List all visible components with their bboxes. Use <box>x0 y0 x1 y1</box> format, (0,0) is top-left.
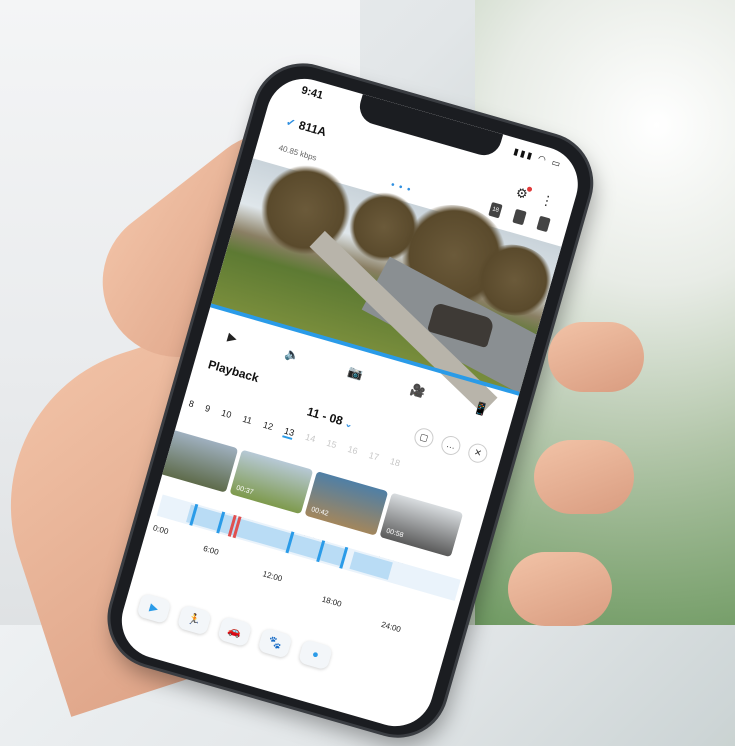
chevron-down-icon: ⌄ <box>343 418 354 430</box>
delete-icon[interactable] <box>512 208 527 226</box>
hand-finger <box>548 322 644 392</box>
camera-icon[interactable]: 📷 <box>346 364 364 382</box>
timeline-segment <box>349 551 393 580</box>
pet-filter-icon[interactable]: 🐾 <box>257 627 293 659</box>
play-icon[interactable]: ▶ <box>226 330 239 346</box>
clip-thumbnail[interactable]: 00:42 <box>304 471 389 536</box>
chevron-down-icon: ✓ <box>284 116 297 131</box>
hand-finger <box>534 440 634 514</box>
status-icons: ▮▮▮ ◠ ▭ <box>512 146 564 170</box>
date-label: 11 - 08 <box>305 404 345 428</box>
tick-label: 6:00 <box>202 543 220 557</box>
date-selector[interactable]: 11 - 08⌄ <box>305 404 354 430</box>
camera-selector[interactable]: ✓811A <box>284 114 328 139</box>
more-filter-icon[interactable]: ● <box>297 639 334 671</box>
tick-label: 0:00 <box>151 523 170 537</box>
clip-filter-icon[interactable]: ▶ <box>136 592 172 625</box>
hand-finger <box>508 552 612 626</box>
header-actions: ⚙ ⋮ <box>514 184 556 211</box>
speaker-icon[interactable]: 🔈 <box>283 346 301 364</box>
camera-name: 811A <box>297 118 329 140</box>
day-item[interactable]: 10 <box>220 408 232 422</box>
clip-thumbnail[interactable]: 00:58 <box>379 492 464 558</box>
calendar-icon[interactable]: 18 <box>488 201 503 219</box>
day-item[interactable]: 8 <box>187 398 196 411</box>
tick-label: 24:00 <box>380 619 402 635</box>
day-item[interactable]: 15 <box>325 438 337 452</box>
day-item[interactable]: 9 <box>203 403 212 416</box>
crop-icon[interactable]: ▢ <box>412 426 436 450</box>
tick-label: 18:00 <box>320 594 343 609</box>
clip-duration: 00:37 <box>235 484 255 497</box>
ellipsis-icon[interactable]: … <box>439 433 463 458</box>
clip-duration: 00:42 <box>310 506 330 518</box>
video-icon[interactable]: 🎥 <box>409 382 427 400</box>
tree-image <box>250 154 362 266</box>
vehicle-filter-icon[interactable]: 🚗 <box>216 615 253 648</box>
download-icon[interactable] <box>536 215 551 233</box>
playback-actions: ▢ … ✕ <box>412 426 490 465</box>
phone-icon[interactable]: 📱 <box>472 400 490 418</box>
tick-label: 12:00 <box>261 569 284 584</box>
clip-thumbnail[interactable]: 00:37 <box>229 449 314 515</box>
clip-duration: 00:58 <box>385 527 405 540</box>
day-item[interactable]: 12 <box>261 420 274 434</box>
more-icon[interactable]: ⋮ <box>539 192 556 211</box>
motion-filter-icon[interactable]: 🏃 <box>176 604 213 636</box>
gear-icon[interactable]: ⚙ <box>514 184 529 203</box>
close-icon[interactable]: ✕ <box>466 441 490 465</box>
day-item[interactable]: 11 <box>241 414 253 428</box>
status-time: 9:41 <box>299 84 325 102</box>
bitrate-label: 40.85 kbps <box>277 143 318 163</box>
day-item[interactable]: 14 <box>304 432 316 446</box>
day-item[interactable]: 16 <box>346 444 359 458</box>
day-item-selected[interactable]: 13 <box>282 425 296 441</box>
day-item[interactable]: 18 <box>388 456 401 470</box>
day-item[interactable]: 17 <box>367 450 380 464</box>
